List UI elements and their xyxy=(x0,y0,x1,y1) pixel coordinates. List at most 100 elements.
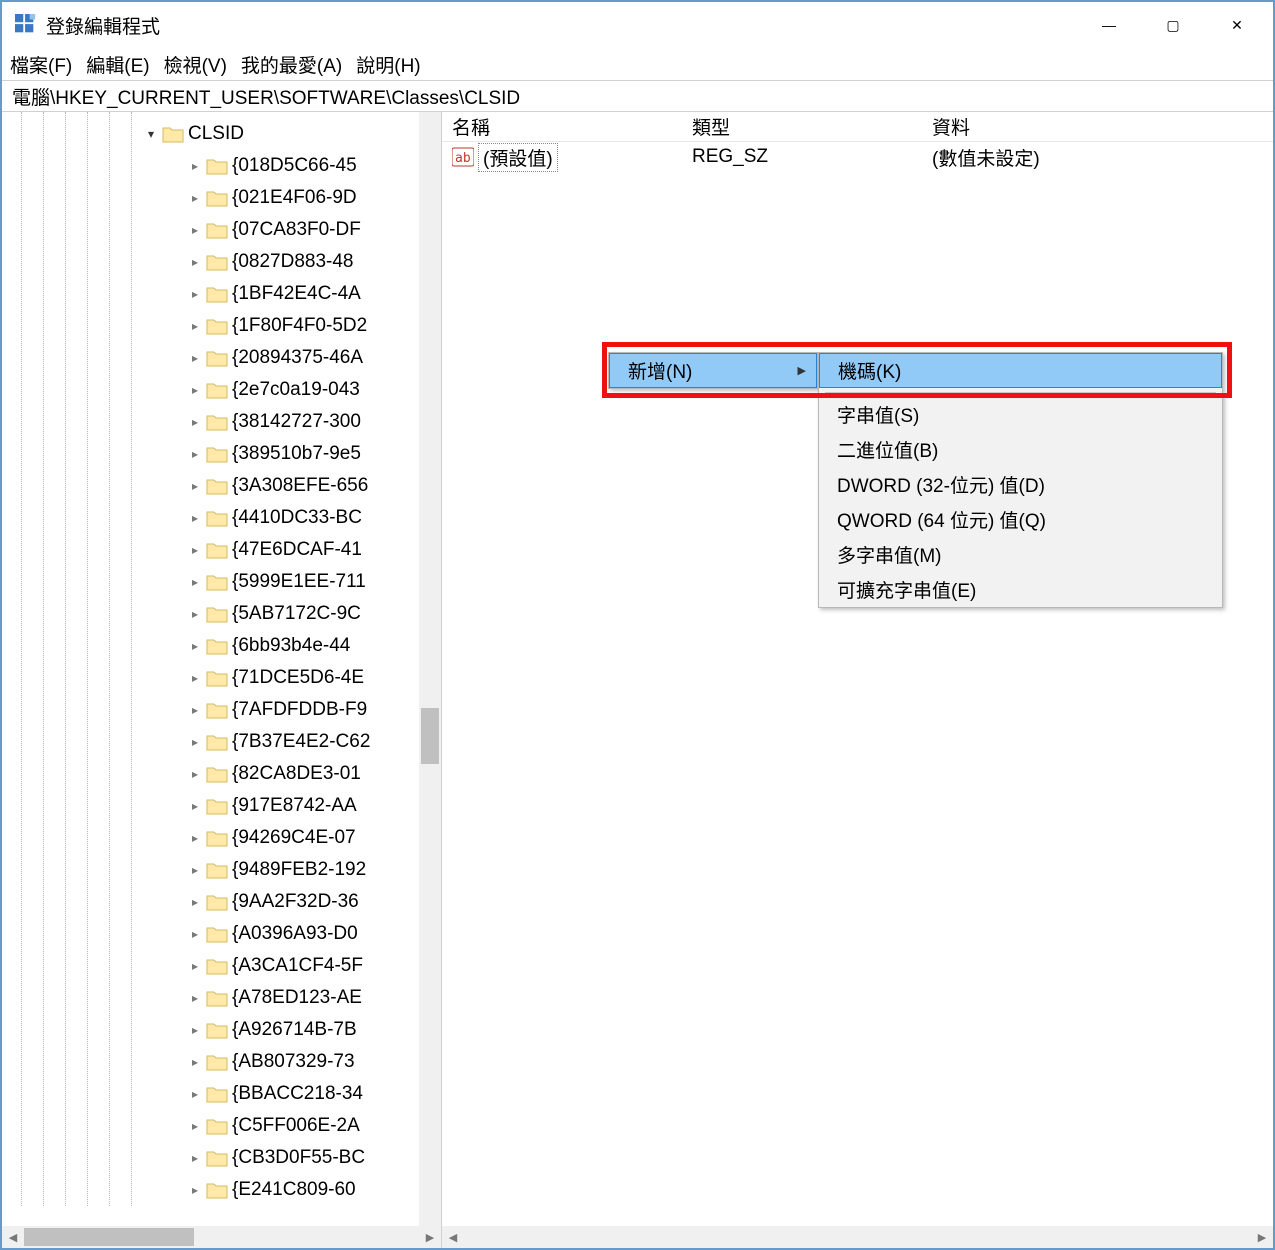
expander-icon[interactable]: ▾ xyxy=(142,127,160,141)
tree-item-clsid[interactable]: ▾CLSID xyxy=(2,118,441,150)
expander-icon[interactable]: ▸ xyxy=(186,351,204,365)
expander-icon[interactable]: ▸ xyxy=(186,639,204,653)
tree-item[interactable]: ▸{BBACC218-34 xyxy=(2,1078,441,1110)
value-pane[interactable]: 名稱 類型 資料 ab (預設值) REG_SZ (數值未設定) xyxy=(442,112,1273,1226)
column-data[interactable]: 資料 xyxy=(932,113,1273,140)
menu-file[interactable]: 檔案(F) xyxy=(10,51,72,78)
tree-item[interactable]: ▸{CB3D0F55-BC xyxy=(2,1142,441,1174)
expander-icon[interactable]: ▸ xyxy=(186,447,204,461)
scrollbar-thumb[interactable] xyxy=(24,1228,194,1246)
expander-icon[interactable]: ▸ xyxy=(186,863,204,877)
expander-icon[interactable]: ▸ xyxy=(186,383,204,397)
tree-item[interactable]: ▸{5999E1EE-711 xyxy=(2,566,441,598)
tree-item[interactable]: ▸{917E8742-AA xyxy=(2,790,441,822)
expander-icon[interactable]: ▸ xyxy=(186,575,204,589)
tree-item[interactable]: ▸{47E6DCAF-41 xyxy=(2,534,441,566)
tree-item[interactable]: ▸{C5FF006E-2A xyxy=(2,1110,441,1142)
tree-item[interactable]: ▸{021E4F06-9D xyxy=(2,182,441,214)
tree-item[interactable]: ▸{82CA8DE3-01 xyxy=(2,758,441,790)
ctx-new-item[interactable]: 機碼(K) xyxy=(819,353,1222,388)
scrollbar-thumb[interactable] xyxy=(421,708,439,764)
value-row-default[interactable]: ab (預設值) REG_SZ (數值未設定) xyxy=(442,142,1273,172)
tree-item[interactable]: ▸{7B37E4E2-C62 xyxy=(2,726,441,758)
context-menu[interactable]: 新增(N) ▶ xyxy=(608,352,818,389)
tree-item[interactable]: ▸{E241C809-60 xyxy=(2,1174,441,1206)
tree-item[interactable]: ▸{1BF42E4C-4A xyxy=(2,278,441,310)
expander-icon[interactable]: ▸ xyxy=(186,767,204,781)
expander-icon[interactable]: ▸ xyxy=(186,1183,204,1197)
tree-item[interactable]: ▸{389510b7-9e5 xyxy=(2,438,441,470)
menu-help[interactable]: 說明(H) xyxy=(356,51,420,78)
expander-icon[interactable]: ▸ xyxy=(186,255,204,269)
expander-icon[interactable]: ▸ xyxy=(186,607,204,621)
title-bar[interactable]: 登錄編輯程式 — ▢ ✕ xyxy=(2,2,1273,48)
expander-icon[interactable]: ▸ xyxy=(186,735,204,749)
tree-item[interactable]: ▸{9AA2F32D-36 xyxy=(2,886,441,918)
maximize-button[interactable]: ▢ xyxy=(1141,3,1205,47)
value-header[interactable]: 名稱 類型 資料 xyxy=(442,112,1273,142)
expander-icon[interactable]: ▸ xyxy=(186,1151,204,1165)
expander-icon[interactable]: ▸ xyxy=(186,799,204,813)
tree-item[interactable]: ▸{1F80F4F0-5D2 xyxy=(2,310,441,342)
ctx-new-item[interactable]: DWORD (32-位元) 值(D) xyxy=(819,467,1222,502)
expander-icon[interactable]: ▸ xyxy=(186,959,204,973)
column-name[interactable]: 名稱 xyxy=(452,113,692,140)
tree-item[interactable]: ▸{71DCE5D6-4E xyxy=(2,662,441,694)
expander-icon[interactable]: ▸ xyxy=(186,895,204,909)
tree-item[interactable]: ▸{6bb93b4e-44 xyxy=(2,630,441,662)
tree-pane[interactable]: ▾CLSID▸{018D5C66-45▸{021E4F06-9D▸{07CA83… xyxy=(2,112,442,1226)
expander-icon[interactable]: ▸ xyxy=(186,479,204,493)
menu-favorites[interactable]: 我的最愛(A) xyxy=(241,51,342,78)
tree-item[interactable]: ▸{5AB7172C-9C xyxy=(2,598,441,630)
tree-item[interactable]: ▸{A926714B-7B xyxy=(2,1014,441,1046)
tree-vertical-scrollbar[interactable] xyxy=(419,112,441,1226)
tree-item[interactable]: ▸{20894375-46A xyxy=(2,342,441,374)
expander-icon[interactable]: ▸ xyxy=(186,223,204,237)
menu-view[interactable]: 檢視(V) xyxy=(164,51,227,78)
expander-icon[interactable]: ▸ xyxy=(186,159,204,173)
tree-item[interactable]: ▸{018D5C66-45 xyxy=(2,150,441,182)
menu-edit[interactable]: 編輯(E) xyxy=(86,51,149,78)
ctx-new[interactable]: 新增(N) ▶ xyxy=(609,353,817,388)
ctx-new-item[interactable]: 可擴充字串值(E) xyxy=(819,572,1222,607)
expander-icon[interactable]: ▸ xyxy=(186,1119,204,1133)
value-h-scrollbar[interactable]: ◀ ▶ xyxy=(442,1226,1273,1248)
expander-icon[interactable]: ▸ xyxy=(186,1023,204,1037)
tree-item[interactable]: ▸{94269C4E-07 xyxy=(2,822,441,854)
minimize-button[interactable]: — xyxy=(1077,3,1141,47)
expander-icon[interactable]: ▸ xyxy=(186,927,204,941)
expander-icon[interactable]: ▸ xyxy=(186,991,204,1005)
tree-item[interactable]: ▸{38142727-300 xyxy=(2,406,441,438)
scroll-left-icon[interactable]: ◀ xyxy=(2,1226,24,1248)
context-submenu-new[interactable]: 機碼(K) 字串值(S)二進位值(B)DWORD (32-位元) 值(D)QWOR… xyxy=(818,352,1223,608)
tree-item[interactable]: ▸{9489FEB2-192 xyxy=(2,854,441,886)
expander-icon[interactable]: ▸ xyxy=(186,831,204,845)
expander-icon[interactable]: ▸ xyxy=(186,511,204,525)
ctx-new-item[interactable]: QWORD (64 位元) 值(Q) xyxy=(819,502,1222,537)
tree-item[interactable]: ▸{A3CA1CF4-5F xyxy=(2,950,441,982)
tree-item[interactable]: ▸{4410DC33-BC xyxy=(2,502,441,534)
expander-icon[interactable]: ▸ xyxy=(186,671,204,685)
tree-item[interactable]: ▸{A0396A93-D0 xyxy=(2,918,441,950)
tree-h-scrollbar[interactable]: ◀ ▶ xyxy=(2,1226,442,1248)
expander-icon[interactable]: ▸ xyxy=(186,415,204,429)
expander-icon[interactable]: ▸ xyxy=(186,191,204,205)
expander-icon[interactable]: ▸ xyxy=(186,703,204,717)
tree-item[interactable]: ▸{7AFDFDDB-F9 xyxy=(2,694,441,726)
tree-item[interactable]: ▸{2e7c0a19-043 xyxy=(2,374,441,406)
tree-item[interactable]: ▸{AB807329-73 xyxy=(2,1046,441,1078)
tree-item[interactable]: ▸{A78ED123-AE xyxy=(2,982,441,1014)
scroll-right-icon[interactable]: ▶ xyxy=(1251,1226,1273,1248)
expander-icon[interactable]: ▸ xyxy=(186,1055,204,1069)
ctx-new-item[interactable]: 字串值(S) xyxy=(819,397,1222,432)
expander-icon[interactable]: ▸ xyxy=(186,1087,204,1101)
ctx-new-item[interactable]: 二進位值(B) xyxy=(819,432,1222,467)
column-type[interactable]: 類型 xyxy=(692,113,932,140)
expander-icon[interactable]: ▸ xyxy=(186,287,204,301)
tree-item[interactable]: ▸{0827D883-48 xyxy=(2,246,441,278)
tree-item[interactable]: ▸{07CA83F0-DF xyxy=(2,214,441,246)
close-button[interactable]: ✕ xyxy=(1205,3,1269,47)
ctx-new-item[interactable]: 多字串值(M) xyxy=(819,537,1222,572)
expander-icon[interactable]: ▸ xyxy=(186,543,204,557)
address-bar[interactable]: 電腦\HKEY_CURRENT_USER\SOFTWARE\Classes\CL… xyxy=(2,80,1273,112)
